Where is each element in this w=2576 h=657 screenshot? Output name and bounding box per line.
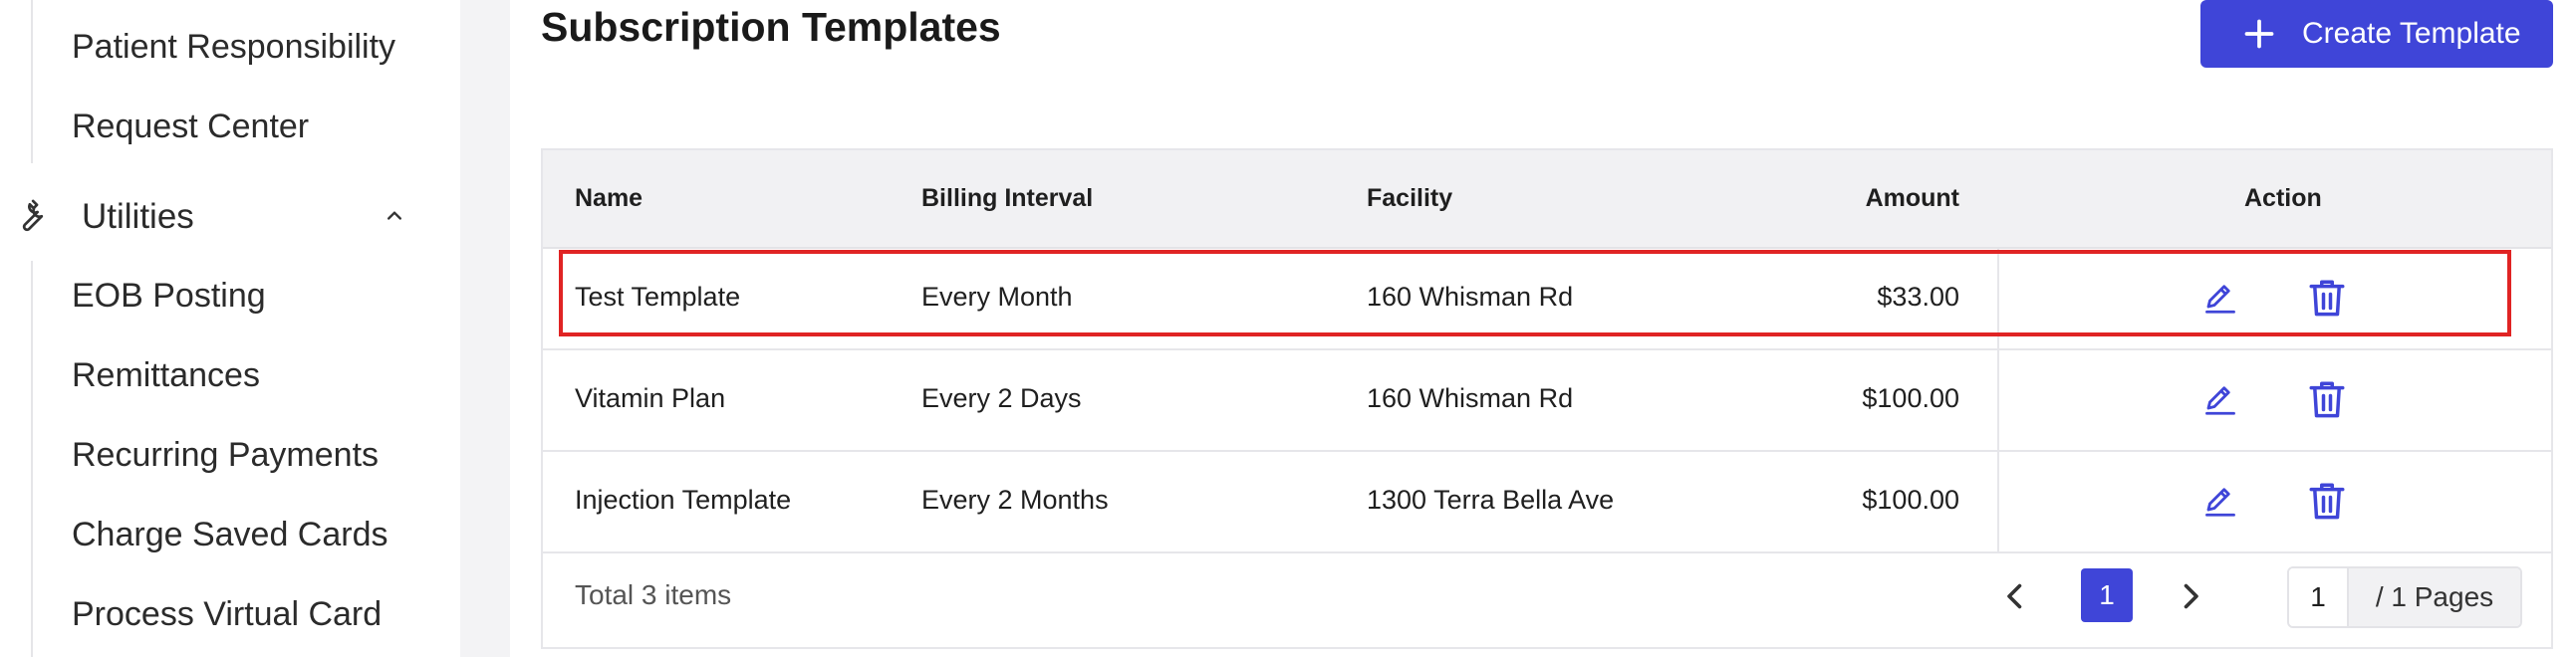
column-header-billing-interval: Billing Interval: [921, 184, 1094, 212]
wrench-icon: [22, 199, 44, 232]
create-template-button[interactable]: Create Template: [2200, 0, 2553, 68]
page-jump: / 1 Pages: [2287, 566, 2522, 628]
create-template-label: Create Template: [2302, 17, 2521, 50]
table-row: Vitamin Plan Every 2 Days 160 Whisman Rd…: [543, 350, 2551, 452]
sidebar-item-charge-saved-cards[interactable]: Charge Saved Cards: [72, 516, 388, 554]
edit-icon[interactable]: [2202, 279, 2238, 317]
cell-facility: 1300 Terra Bella Ave: [1367, 485, 1615, 515]
templates-table: Name Billing Interval Facility Amount Ac…: [541, 148, 2553, 649]
table-row: Test Template Every Month 160 Whisman Rd…: [543, 249, 2551, 350]
trash-icon[interactable]: [2306, 376, 2348, 422]
table-row: Injection Template Every 2 Months 1300 T…: [543, 452, 2551, 553]
cell-name: Injection Template: [575, 485, 792, 515]
cell-facility: 160 Whisman Rd: [1367, 282, 1574, 312]
page-title: Subscription Templates: [541, 4, 1001, 50]
page-jump-suffix: / 1 Pages: [2347, 568, 2520, 626]
table-header: Name Billing Interval Facility Amount Ac…: [543, 150, 2551, 249]
sidebar-item-eob-posting[interactable]: EOB Posting: [72, 277, 266, 316]
sidebar-gutter: [460, 0, 510, 657]
trash-icon[interactable]: [2306, 478, 2348, 524]
sidebar-tree-line: [31, 261, 33, 657]
sidebar-group-label: Utilities: [82, 197, 194, 236]
column-header-facility: Facility: [1367, 184, 1453, 212]
sidebar: Patient Responsibility Request Center Ut…: [0, 0, 460, 657]
cell-facility: 160 Whisman Rd: [1367, 383, 1574, 413]
sidebar-item-remittances[interactable]: Remittances: [72, 356, 260, 395]
chevron-right-icon[interactable]: [2173, 576, 2208, 616]
cell-amount: $33.00: [1877, 282, 1959, 312]
app: Patient Responsibility Request Center Ut…: [0, 0, 2576, 657]
cell-billing-interval: Every 2 Months: [921, 485, 1109, 515]
cell-name: Test Template: [575, 282, 741, 312]
cell-billing-interval: Every 2 Days: [921, 383, 1082, 413]
sidebar-group-utilities[interactable]: Utilities: [0, 191, 460, 243]
cell-billing-interval: Every Month: [921, 282, 1073, 312]
column-divider: [1997, 249, 1999, 350]
sidebar-item-process-virtual-card[interactable]: Process Virtual Card: [72, 595, 382, 634]
column-header-amount: Amount: [1865, 184, 1959, 212]
page-button-current[interactable]: 1: [2081, 568, 2133, 622]
trash-icon[interactable]: [2306, 275, 2348, 321]
cell-name: Vitamin Plan: [575, 383, 726, 413]
page-jump-input[interactable]: [2289, 568, 2347, 626]
chevron-left-icon[interactable]: [1997, 576, 2033, 616]
cell-amount: $100.00: [1862, 383, 1959, 413]
sidebar-item-recurring-payments[interactable]: Recurring Payments: [72, 436, 379, 475]
edit-icon[interactable]: [2202, 482, 2238, 520]
edit-icon[interactable]: [2202, 380, 2238, 418]
total-items-text: Total 3 items: [575, 579, 732, 610]
cell-amount: $100.00: [1862, 485, 1959, 515]
sidebar-tree-line: [31, 0, 33, 163]
column-header-action: Action: [2244, 184, 2322, 212]
column-divider: [1997, 452, 1999, 553]
chevron-up-icon[interactable]: [381, 201, 408, 229]
sidebar-item-request-center[interactable]: Request Center: [72, 108, 309, 146]
sidebar-item-patient-responsibility[interactable]: Patient Responsibility: [72, 28, 395, 67]
column-divider: [1997, 350, 1999, 452]
column-header-name: Name: [575, 184, 644, 212]
plus-icon: [2244, 19, 2274, 49]
